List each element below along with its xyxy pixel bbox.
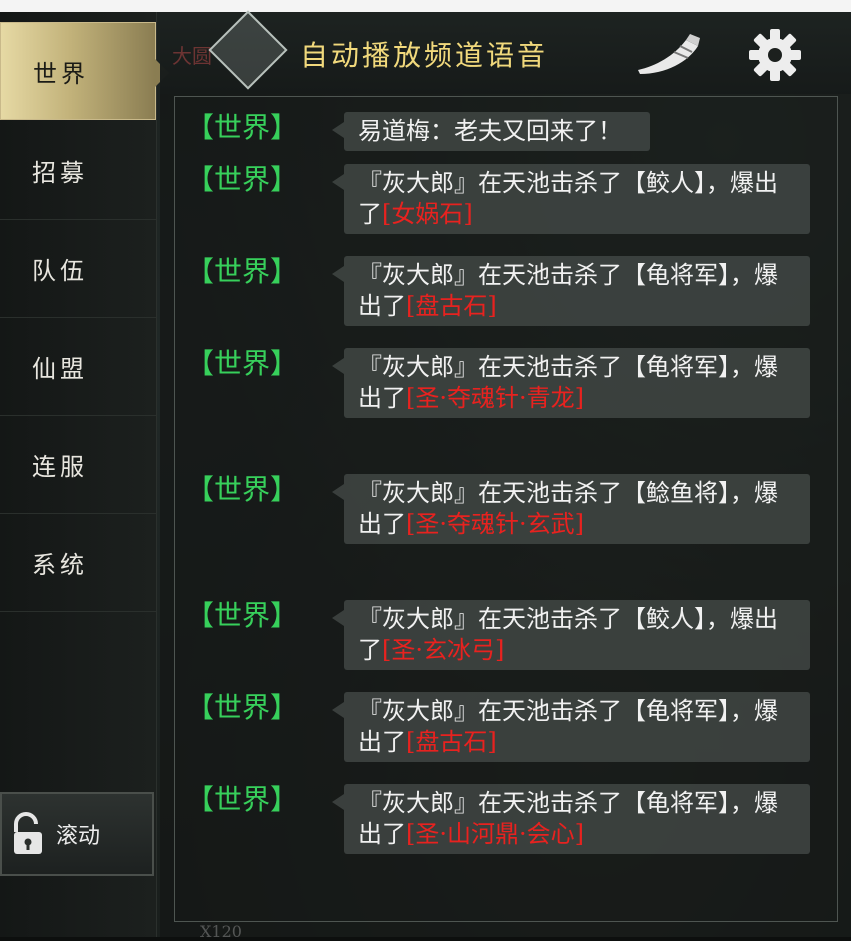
channel-tag[interactable]: 【世界】 [186, 342, 298, 382]
message-bubble[interactable]: 『灰大郎』在天池击杀了【龟将军】，爆出了[圣·山河鼎·会心] [332, 784, 810, 854]
footer-faint-text: X120 [200, 922, 242, 941]
channel-tag[interactable]: 【世界】 [186, 778, 298, 818]
scroll-toggle-button[interactable]: 滚动 [0, 792, 154, 876]
tab-system[interactable]: 系统 [0, 514, 156, 612]
channel-tag[interactable]: 【世界】 [186, 686, 298, 726]
message-bubble[interactable]: 『灰大郎』在天池击杀了【鲶鱼将】，爆出了[圣·夺魂针·玄武] [332, 474, 810, 544]
tab-label: 仙盟 [32, 355, 88, 383]
chat-channel-sidebar: 世界 招募 队伍 仙盟 连服 系统 滚动 [0, 12, 169, 937]
tab-label: 连服 [32, 453, 88, 481]
top-strip [0, 0, 851, 12]
channel-tag[interactable]: 【世界】 [186, 468, 298, 508]
horn-icon[interactable] [634, 32, 704, 76]
item-link[interactable]: [圣·夺魂针·玄武] [406, 510, 584, 538]
tab-world[interactable]: 世界 [0, 22, 169, 120]
gear-icon[interactable] [748, 28, 802, 82]
header-faint-text: 大圆 [172, 44, 212, 68]
chat-panel: 大圆 自动播放频道语音 【世界】 易道梅：老夫又回来了！ 【世界】 『灰大郎』在… [160, 10, 851, 941]
tab-team[interactable]: 队伍 [0, 220, 156, 318]
chat-header: 大圆 自动播放频道语音 [160, 10, 851, 94]
message-bubble[interactable]: 易道梅：老夫又回来了！ [332, 112, 650, 151]
message-bubble[interactable]: 『灰大郎』在天池击杀了【龟将军】，爆出了[盘古石] [332, 692, 810, 762]
message-bubble[interactable]: 『灰大郎』在天池击杀了【龟将军】，爆出了[盘古石] [332, 256, 810, 326]
message-bubble[interactable]: 『灰大郎』在天池击杀了【鲛人】，爆出了[圣·玄冰弓] [332, 600, 810, 670]
tab-label: 世界 [33, 59, 89, 88]
channel-tag[interactable]: 【世界】 [186, 106, 298, 146]
tab-guild[interactable]: 仙盟 [0, 318, 156, 416]
tab-cross-server[interactable]: 连服 [0, 416, 156, 514]
tab-label: 队伍 [32, 257, 88, 285]
item-link[interactable]: [圣·夺魂针·青龙] [406, 384, 584, 412]
scroll-label: 滚动 [56, 824, 101, 849]
channel-tag[interactable]: 【世界】 [186, 594, 298, 634]
item-link[interactable]: [盘古石] [406, 292, 497, 320]
message-bubble[interactable]: 『灰大郎』在天池击杀了【龟将军】，爆出了[圣·夺魂针·青龙] [332, 348, 810, 418]
item-link[interactable]: [圣·玄冰弓] [382, 636, 504, 664]
item-link[interactable]: [盘古石] [406, 728, 497, 756]
tab-label: 系统 [32, 551, 88, 579]
channel-tag[interactable]: 【世界】 [186, 158, 298, 198]
item-link[interactable]: [女娲石] [382, 200, 473, 228]
item-link[interactable]: [圣·山河鼎·会心] [406, 820, 584, 848]
unlock-icon [14, 812, 42, 854]
diamond-emblem-icon [208, 10, 288, 90]
tab-recruit[interactable]: 招募 [0, 122, 156, 220]
channel-tag[interactable]: 【世界】 [186, 250, 298, 290]
auto-play-voice-title[interactable]: 自动播放频道语音 [300, 34, 548, 74]
message-bubble[interactable]: 『灰大郎』在天池击杀了【鲛人】，爆出了[女娲石] [332, 164, 810, 234]
message-text: 易道梅：老夫又回来了！ [358, 117, 622, 145]
tab-label: 招募 [32, 159, 88, 187]
